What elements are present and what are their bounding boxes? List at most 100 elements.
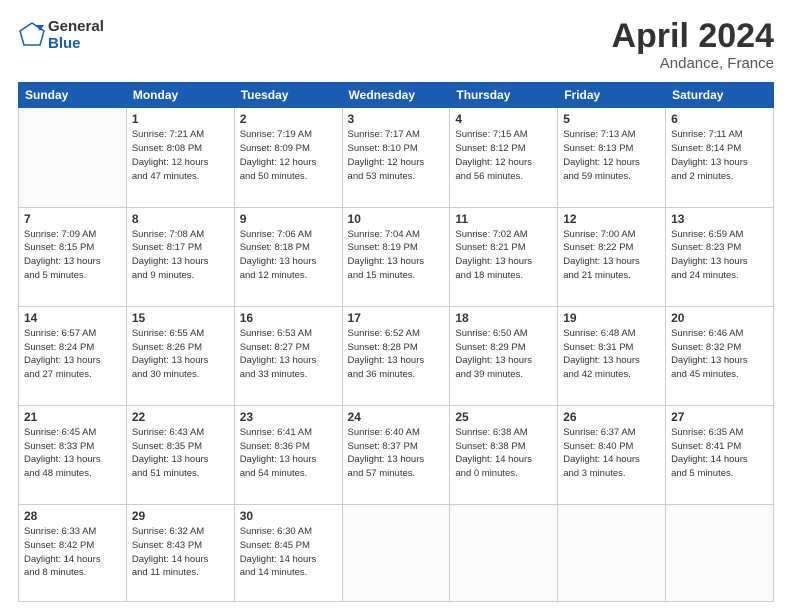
table-row: 1 Sunrise: 7:21 AMSunset: 8:08 PMDaylight… (126, 108, 234, 207)
calendar-table: Sunday Monday Tuesday Wednesday Thursday… (18, 82, 774, 602)
day-number: 25 (455, 410, 552, 424)
day-info: Sunrise: 7:02 AMSunset: 8:21 PMDaylight:… (455, 228, 552, 283)
day-number: 13 (671, 212, 768, 226)
day-number: 5 (563, 112, 660, 126)
day-info: Sunrise: 6:50 AMSunset: 8:29 PMDaylight:… (455, 327, 552, 382)
table-row: 10 Sunrise: 7:04 AMSunset: 8:19 PMDayligh… (342, 207, 450, 306)
day-number: 1 (132, 112, 229, 126)
table-row: 25 Sunrise: 6:38 AMSunset: 8:38 PMDayligh… (450, 405, 558, 504)
page: General Blue April 2024 Andance, France … (0, 0, 792, 612)
day-number: 17 (348, 311, 445, 325)
header: General Blue April 2024 Andance, France (18, 18, 774, 72)
day-number: 7 (24, 212, 121, 226)
day-info: Sunrise: 6:40 AMSunset: 8:37 PMDaylight:… (348, 426, 445, 481)
logo-graphic-icon (18, 21, 46, 49)
day-info: Sunrise: 6:33 AMSunset: 8:42 PMDaylight:… (24, 525, 121, 580)
table-row: 13Sunrise: 6:59 AMSunset: 8:23 PMDayligh… (666, 207, 774, 306)
table-row: 22 Sunrise: 6:43 AMSunset: 8:35 PMDayligh… (126, 405, 234, 504)
table-row: 17 Sunrise: 6:52 AMSunset: 8:28 PMDayligh… (342, 306, 450, 405)
day-number: 10 (348, 212, 445, 226)
day-info: Sunrise: 7:13 AMSunset: 8:13 PMDaylight:… (563, 128, 660, 183)
day-number: 11 (455, 212, 552, 226)
table-row: 27 Sunrise: 6:35 AMSunset: 8:41 PMDayligh… (666, 405, 774, 504)
table-row: 12 Sunrise: 7:00 AMSunset: 8:22 PMDayligh… (558, 207, 666, 306)
table-row (558, 505, 666, 602)
table-row: 3 Sunrise: 7:17 AMSunset: 8:10 PMDaylight… (342, 108, 450, 207)
table-row: 11 Sunrise: 7:02 AMSunset: 8:21 PMDayligh… (450, 207, 558, 306)
day-info: Sunrise: 6:35 AMSunset: 8:41 PMDaylight:… (671, 426, 768, 481)
day-number: 20 (671, 311, 768, 325)
day-number: 27 (671, 410, 768, 424)
table-row (342, 505, 450, 602)
table-row: 6 Sunrise: 7:11 AMSunset: 8:14 PMDaylight… (666, 108, 774, 207)
day-number: 22 (132, 410, 229, 424)
day-info: Sunrise: 6:48 AMSunset: 8:31 PMDaylight:… (563, 327, 660, 382)
calendar-header-row: Sunday Monday Tuesday Wednesday Thursday… (19, 83, 774, 108)
day-info: Sunrise: 7:06 AMSunset: 8:18 PMDaylight:… (240, 228, 337, 283)
col-tuesday: Tuesday (234, 83, 342, 108)
logo-line2: Blue (48, 35, 104, 52)
day-number: 30 (240, 509, 337, 523)
title-block: April 2024 Andance, France (611, 18, 774, 72)
table-row: 2 Sunrise: 7:19 AMSunset: 8:09 PMDaylight… (234, 108, 342, 207)
logo: General Blue (18, 18, 104, 53)
col-thursday: Thursday (450, 83, 558, 108)
day-info: Sunrise: 7:04 AMSunset: 8:19 PMDaylight:… (348, 228, 445, 283)
day-info: Sunrise: 7:19 AMSunset: 8:09 PMDaylight:… (240, 128, 337, 183)
day-info: Sunrise: 6:43 AMSunset: 8:35 PMDaylight:… (132, 426, 229, 481)
table-row: 5 Sunrise: 7:13 AMSunset: 8:13 PMDaylight… (558, 108, 666, 207)
col-friday: Friday (558, 83, 666, 108)
day-number: 18 (455, 311, 552, 325)
main-title: April 2024 (611, 18, 774, 55)
table-row: 14Sunrise: 6:57 AMSunset: 8:24 PMDayligh… (19, 306, 127, 405)
day-info: Sunrise: 7:11 AMSunset: 8:14 PMDaylight:… (671, 128, 768, 183)
day-number: 29 (132, 509, 229, 523)
day-number: 3 (348, 112, 445, 126)
table-row: 24 Sunrise: 6:40 AMSunset: 8:37 PMDayligh… (342, 405, 450, 504)
day-number: 16 (240, 311, 337, 325)
table-row: 7 Sunrise: 7:09 AMSunset: 8:15 PMDaylight… (19, 207, 127, 306)
table-row: 9Sunrise: 7:06 AMSunset: 8:18 PMDaylight… (234, 207, 342, 306)
table-row: 20 Sunrise: 6:46 AMSunset: 8:32 PMDayligh… (666, 306, 774, 405)
day-info: Sunrise: 6:52 AMSunset: 8:28 PMDaylight:… (348, 327, 445, 382)
day-info: Sunrise: 6:37 AMSunset: 8:40 PMDaylight:… (563, 426, 660, 481)
day-number: 8 (132, 212, 229, 226)
col-saturday: Saturday (666, 83, 774, 108)
table-row: 26 Sunrise: 6:37 AMSunset: 8:40 PMDayligh… (558, 405, 666, 504)
day-number: 12 (563, 212, 660, 226)
table-row (666, 505, 774, 602)
day-number: 28 (24, 509, 121, 523)
table-row: 19 Sunrise: 6:48 AMSunset: 8:31 PMDayligh… (558, 306, 666, 405)
day-number: 14 (24, 311, 121, 325)
table-row: 23Sunrise: 6:41 AMSunset: 8:36 PMDayligh… (234, 405, 342, 504)
subtitle: Andance, France (611, 55, 774, 72)
day-number: 26 (563, 410, 660, 424)
day-info: Sunrise: 7:15 AMSunset: 8:12 PMDaylight:… (455, 128, 552, 183)
logo-container: General Blue (18, 18, 104, 53)
day-info: Sunrise: 6:46 AMSunset: 8:32 PMDaylight:… (671, 327, 768, 382)
day-number: 4 (455, 112, 552, 126)
col-sunday: Sunday (19, 83, 127, 108)
day-number: 19 (563, 311, 660, 325)
table-row: 28 Sunrise: 6:33 AMSunset: 8:42 PMDayligh… (19, 505, 127, 602)
day-info: Sunrise: 7:21 AMSunset: 8:08 PMDaylight:… (132, 128, 229, 183)
table-row: 29 Sunrise: 6:32 AMSunset: 8:43 PMDayligh… (126, 505, 234, 602)
logo-line1: General (48, 18, 104, 35)
table-row (450, 505, 558, 602)
col-monday: Monday (126, 83, 234, 108)
day-info: Sunrise: 7:00 AMSunset: 8:22 PMDaylight:… (563, 228, 660, 283)
day-number: 2 (240, 112, 337, 126)
day-number: 24 (348, 410, 445, 424)
col-wednesday: Wednesday (342, 83, 450, 108)
table-row: 30Sunrise: 6:30 AMSunset: 8:45 PMDayligh… (234, 505, 342, 602)
day-info: Sunrise: 7:09 AMSunset: 8:15 PMDaylight:… (24, 228, 121, 283)
table-row: 15Sunrise: 6:55 AMSunset: 8:26 PMDayligh… (126, 306, 234, 405)
day-info: Sunrise: 6:45 AMSunset: 8:33 PMDaylight:… (24, 426, 121, 481)
day-info: Sunrise: 6:38 AMSunset: 8:38 PMDaylight:… (455, 426, 552, 481)
table-row: 18 Sunrise: 6:50 AMSunset: 8:29 PMDayligh… (450, 306, 558, 405)
day-info: Sunrise: 7:08 AMSunset: 8:17 PMDaylight:… (132, 228, 229, 283)
day-number: 6 (671, 112, 768, 126)
day-info: Sunrise: 6:53 AMSunset: 8:27 PMDaylight:… (240, 327, 337, 382)
day-info: Sunrise: 6:32 AMSunset: 8:43 PMDaylight:… (132, 525, 229, 580)
day-info: Sunrise: 7:17 AMSunset: 8:10 PMDaylight:… (348, 128, 445, 183)
